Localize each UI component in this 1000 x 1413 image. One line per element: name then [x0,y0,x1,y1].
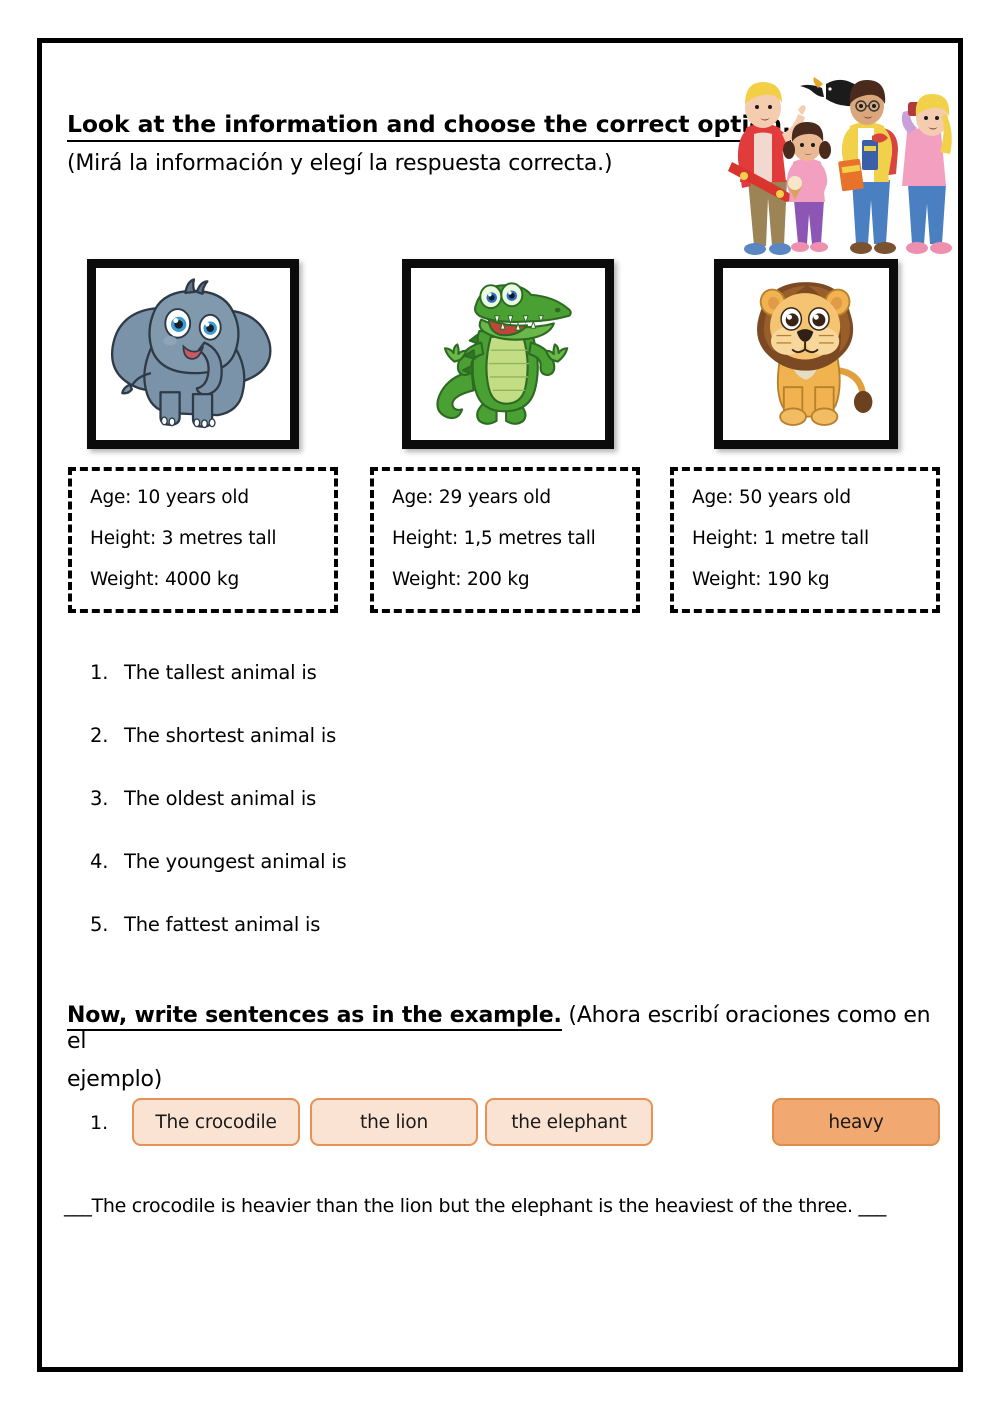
word-tile-lion[interactable]: the lion [310,1098,478,1146]
info-box-lion: Age: 50 years old Height: 1 metre tall W… [670,467,940,613]
elephant-weight: Weight: 4000 kg [90,569,239,590]
elephant-age: Age: 10 years old [90,487,249,508]
example-answer-sentence[interactable]: ___The crocodile is heavier than the lio… [64,1195,954,1217]
question-number: 5. [90,913,109,936]
question-item-2[interactable]: 2. The shortest animal is [90,724,590,747]
question-number: 3. [90,787,109,810]
section1-heading-spanish: (Mirá la información y elegí la respuest… [67,150,613,176]
word-tile-elephant[interactable]: the elephant [485,1098,653,1146]
lion-weight: Weight: 190 kg [692,569,830,590]
question-number: 2. [90,724,109,747]
section1-heading-english: Look at the information and choose the c… [67,110,791,142]
word-tile-adjective-heavy[interactable]: heavy [772,1098,940,1146]
animal-info-boxes-row: Age: 10 years old Height: 3 metres tall … [42,467,968,617]
lion-height: Height: 1 metre tall [692,528,869,549]
question-text: The oldest animal is [124,787,317,810]
section2-heading-spanish-part2: ejemplo) [67,1066,163,1092]
question-text: The tallest animal is [124,661,317,684]
section2-heading-english: Now, write sentences as in the example. [67,1003,562,1031]
lion-age: Age: 50 years old [692,487,851,508]
question-number: 4. [90,850,109,873]
cartoon-elephant-photo [87,259,299,449]
worksheet-page: Look at the information and choose the c… [37,38,963,1372]
kids-watching-bird-illustration [722,58,957,258]
girl-with-camera [901,94,952,254]
question-text: The youngest animal is [124,850,347,873]
crocodile-weight: Weight: 200 kg [392,569,530,590]
animal-images-row [42,259,968,459]
info-box-elephant: Age: 10 years old Height: 3 metres tall … [68,467,338,613]
word-tiles-row: 1. The crocodile the lion the elephant h… [42,1098,968,1152]
section1-heading-block: Look at the information and choose the c… [67,110,791,176]
section2-heading-block: Now, write sentences as in the example. … [67,1003,947,1092]
cartoon-crocodile-photo [402,259,614,449]
crocodile-age: Age: 29 years old [392,487,551,508]
exercise-item-number: 1. [90,1112,109,1134]
boy-with-backpack [838,80,898,254]
question-item-1[interactable]: 1. The tallest animal is [90,661,590,684]
question-item-5[interactable]: 5. The fattest animal is [90,913,590,936]
question-number: 1. [90,661,109,684]
girl-with-ice-cream [783,122,831,252]
crocodile-height: Height: 1,5 metres tall [392,528,596,549]
question-item-4[interactable]: 4. The youngest animal is [90,850,590,873]
info-box-crocodile: Age: 29 years old Height: 1,5 metres tal… [370,467,640,613]
word-tile-crocodile[interactable]: The crocodile [132,1098,300,1146]
question-text: The shortest animal is [124,724,337,747]
questions-list: 1. The tallest animal is 2. The shortest… [90,661,590,976]
question-text: The fattest animal is [124,913,321,936]
elephant-height: Height: 3 metres tall [90,528,277,549]
cartoon-lion-photo [714,259,898,449]
question-item-3[interactable]: 3. The oldest animal is [90,787,590,810]
